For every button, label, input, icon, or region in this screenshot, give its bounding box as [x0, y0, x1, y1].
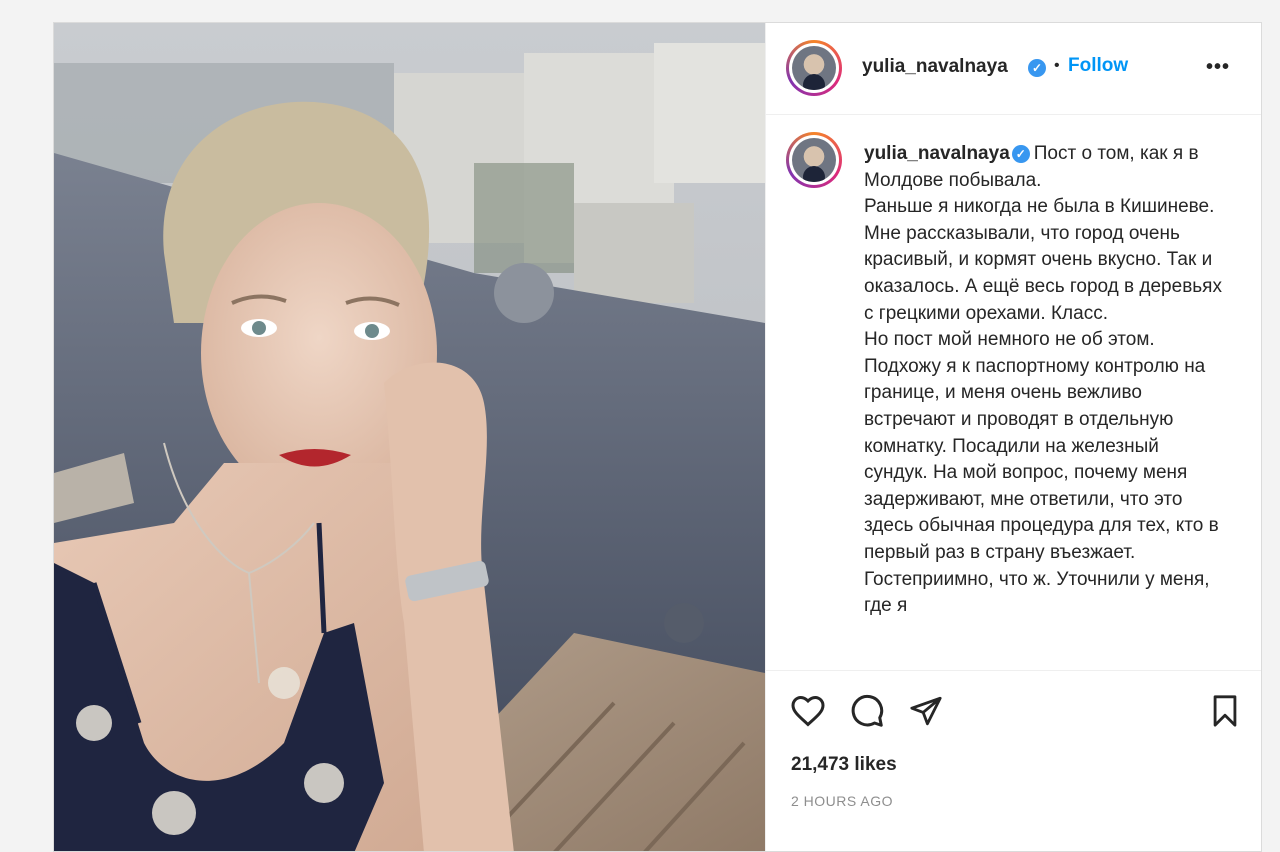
caption-verified-badge-icon: ✓ [1011, 145, 1030, 163]
bookmark-icon[interactable] [1208, 693, 1242, 734]
header-separator: • [1054, 57, 1060, 74]
more-options-button[interactable]: ••• [1206, 56, 1230, 79]
header-username[interactable]: yulia_navalnaya [862, 56, 1008, 78]
post-photo[interactable] [54, 23, 765, 851]
verified-badge-icon: ✓ [1028, 59, 1046, 77]
like-heart-icon[interactable] [790, 693, 826, 734]
post-timestamp[interactable]: 2 HOURS AGO [791, 793, 893, 809]
share-send-icon[interactable] [909, 694, 943, 733]
avatar[interactable] [786, 40, 842, 96]
likes-count[interactable]: 21,473 likes [791, 754, 897, 776]
post-actions: 21,473 likes 2 HOURS AGO [766, 670, 1261, 851]
caption-username[interactable]: yulia_navalnaya [864, 143, 1010, 164]
post-card: yulia_navalnaya ✓ • Follow ••• yulia_nav… [53, 22, 1262, 852]
caption: yulia_navalnaya ✓ Пост о том, как я в Молд… [864, 141, 1224, 620]
post-header: yulia_navalnaya ✓ • Follow ••• [766, 23, 1261, 115]
follow-button[interactable]: Follow [1068, 55, 1128, 77]
post-side-panel: yulia_navalnaya ✓ • Follow ••• yulia_nav… [765, 23, 1261, 851]
caption-text: Пост о том, как я в Молдове побывала. Ра… [864, 143, 1222, 617]
comment-icon[interactable] [849, 693, 885, 734]
caption-avatar[interactable] [786, 132, 842, 188]
caption-scroll-area[interactable]: yulia_navalnaya ✓ Пост о том, как я в Молд… [766, 115, 1261, 669]
